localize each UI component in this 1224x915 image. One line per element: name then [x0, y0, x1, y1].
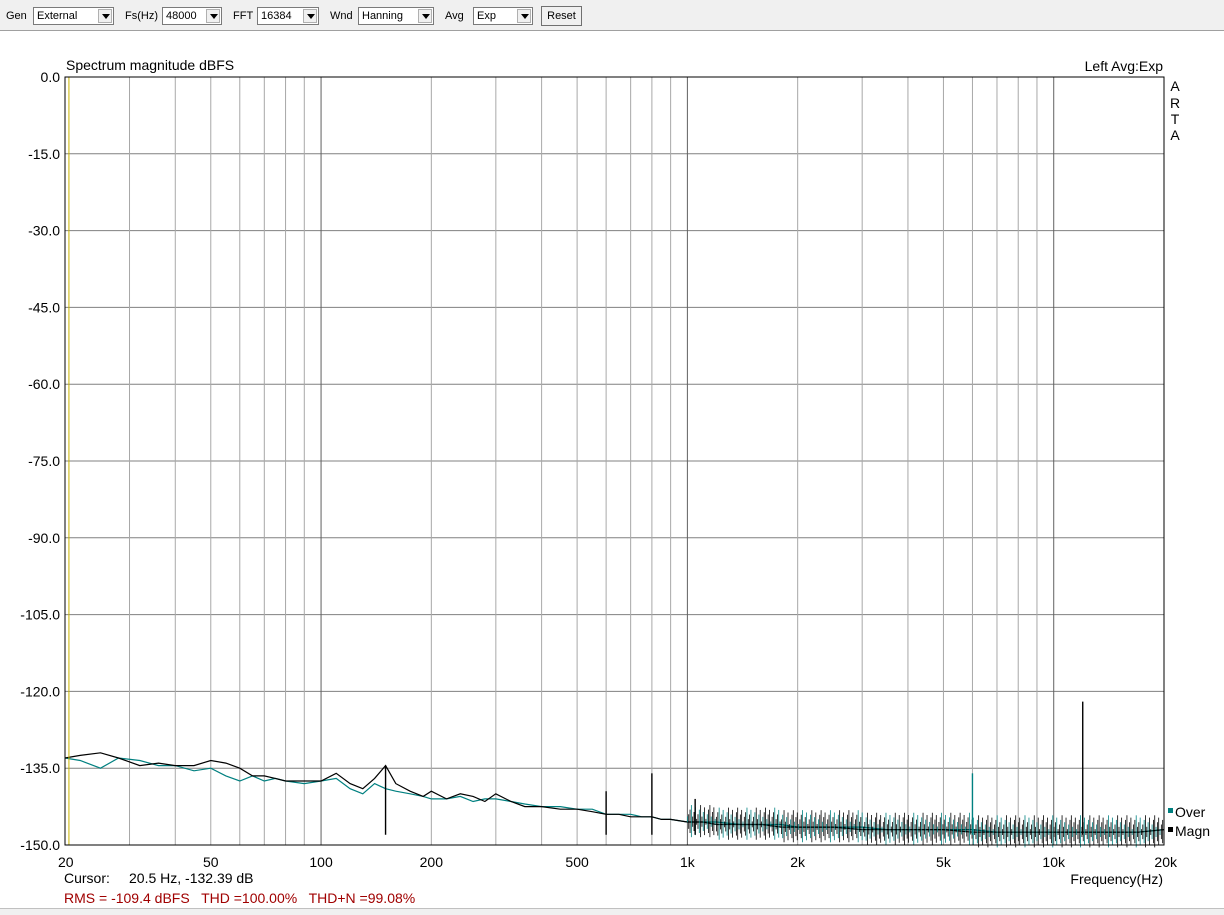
x-tick-label: 5k	[936, 854, 952, 870]
measurements-readout: RMS = -109.4 dBFS THD =100.00% THD+N =99…	[64, 890, 416, 906]
fs-select[interactable]: 48000	[162, 7, 222, 25]
x-tick-label: 2k	[790, 854, 806, 870]
fs-select-value: 48000	[166, 10, 197, 22]
avg-select[interactable]: Exp	[473, 7, 533, 25]
y-tick-label: -15.0	[28, 146, 60, 162]
wnd-select-value: Hanning	[362, 10, 403, 22]
fft-label: FFT	[233, 10, 254, 22]
fs-label: Fs(Hz)	[125, 10, 158, 22]
watermark-letter: A	[1170, 78, 1180, 94]
legend-item-over: Over	[1175, 804, 1206, 820]
x-tick-label: 50	[203, 854, 219, 870]
reset-button[interactable]: Reset	[541, 6, 582, 26]
watermark-letter: R	[1170, 95, 1180, 111]
legend-item-magn: Magn	[1175, 823, 1210, 839]
wnd-select[interactable]: Hanning	[358, 7, 434, 25]
wnd-label: Wnd	[330, 10, 353, 22]
spectrum-chart[interactable]: 0.0 -15.0 -30.0 -45.0 -60.0 -75.0 -90.0 -105.0 -…	[0, 31, 1224, 908]
x-tick-label: 500	[565, 854, 589, 870]
grid-layer	[64, 76, 1165, 846]
y-tick-label: 0.0	[41, 69, 61, 85]
series-line-over	[64, 757, 1165, 833]
series-line-magn	[64, 752, 1165, 833]
legend-swatch-over	[1168, 808, 1173, 813]
avg-label: Avg	[445, 10, 464, 22]
gen-select[interactable]: External	[33, 7, 114, 25]
gen-select-value: External	[37, 10, 78, 22]
noise-texture	[686, 805, 1164, 848]
cursor-readout: 20.5 Hz, -132.39 dB	[129, 870, 254, 886]
fft-select[interactable]: 16384	[257, 7, 319, 25]
x-tick-label: 1k	[680, 854, 696, 870]
watermark-letter: A	[1170, 127, 1180, 143]
y-tick-label: -75.0	[28, 453, 60, 469]
y-tick-label: -105.0	[20, 607, 60, 623]
channel-info: Left Avg:Exp	[1085, 58, 1164, 74]
gen-label: Gen	[6, 10, 27, 22]
y-tick-label: -135.0	[20, 760, 60, 776]
x-tick-label: 20	[58, 854, 74, 870]
y-axis-ticks: 0.0 -15.0 -30.0 -45.0 -60.0 -75.0 -90.0 -105.0 -…	[20, 69, 60, 853]
avg-select-value: Exp	[477, 10, 496, 22]
fft-select-value: 16384	[261, 10, 292, 22]
cursor-label: Cursor:	[64, 870, 110, 886]
chevron-down-icon[interactable]	[206, 9, 220, 23]
y-tick-label: -120.0	[20, 683, 60, 699]
chart-title: Spectrum magnitude dBFS	[66, 57, 234, 73]
y-tick-label: -30.0	[28, 223, 60, 239]
chevron-down-icon[interactable]	[98, 9, 112, 23]
legend-swatch-magn	[1168, 827, 1173, 832]
x-axis-label: Frequency(Hz)	[1070, 871, 1163, 887]
x-axis-ticks: 20 50 100 200 500 1k 2k 5k 10k 20k	[58, 854, 1178, 870]
y-tick-label: -150.0	[20, 837, 60, 853]
series-layer	[64, 752, 1165, 848]
toolbar: Gen External Fs(Hz) 48000 FFT 16384 Wnd …	[0, 0, 1224, 31]
watermark-letter: T	[1171, 111, 1180, 127]
y-tick-label: -45.0	[28, 299, 60, 315]
x-tick-label: 100	[309, 854, 333, 870]
chevron-down-icon[interactable]	[517, 9, 531, 23]
chevron-down-icon[interactable]	[418, 9, 432, 23]
chevron-down-icon[interactable]	[303, 9, 317, 23]
x-tick-label: 20k	[1154, 854, 1178, 870]
y-tick-label: -60.0	[28, 376, 60, 392]
x-tick-label: 200	[420, 854, 444, 870]
y-tick-label: -90.0	[28, 530, 60, 546]
x-tick-label: 10k	[1042, 854, 1066, 870]
